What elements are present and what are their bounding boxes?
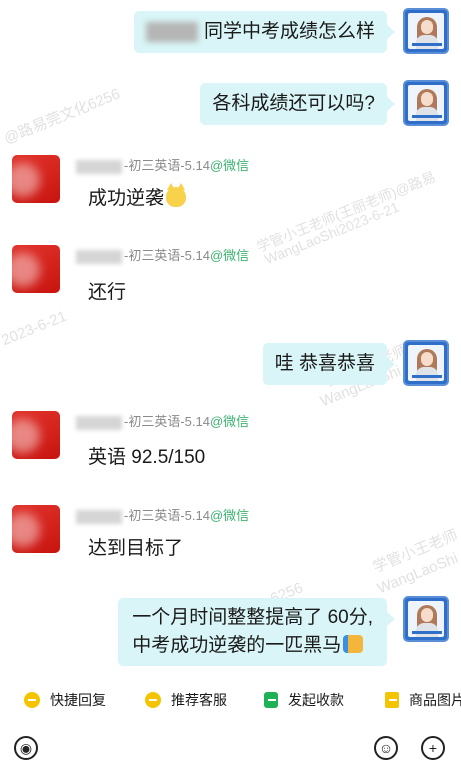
message-row-outgoing: 一个月时间整整提高了 60分, 中考成功逆袭的一匹黑马 (0, 596, 461, 676)
service-chat-icon (145, 692, 161, 708)
collect-payment-button[interactable]: 发起收款 (264, 690, 344, 710)
sender-name: -初三英语-5.14@微信 (76, 245, 249, 264)
message-line-2: 中考成功逆袭的一匹黑马 (132, 632, 373, 660)
sender-name: -初三英语-5.14@微信 (76, 411, 249, 430)
redacted-name (76, 509, 122, 524)
message-bubble[interactable]: 同学中考成绩怎么样 (133, 11, 396, 53)
redacted-name (76, 249, 122, 264)
sender-name: -初三英语-5.14@微信 (76, 155, 249, 174)
message-text: 同学中考成绩怎么样 (203, 21, 375, 42)
cat-emoji-icon (166, 183, 187, 207)
message-text: 哇 恭喜恭喜 (274, 353, 375, 374)
chat-area: @路易莞文化6256 学管小王老师(王丽老师)@路易 WangLaoShi202… (0, 0, 461, 690)
message-row-incoming: -初三英语-5.14@微信 成功逆袭 (0, 153, 461, 223)
redacted-name (145, 21, 198, 42)
add-more-icon[interactable]: + (421, 736, 445, 760)
message-bubble[interactable]: 哇 恭喜恭喜 (262, 343, 396, 385)
payment-icon (264, 692, 278, 708)
message-line: 一个月时间整整提高了 60分, (132, 607, 373, 628)
message-text[interactable]: 达到目标了 (88, 535, 183, 563)
message-row-outgoing: 同学中考成绩怎么样 (0, 8, 461, 62)
product-image-icon (385, 692, 399, 708)
voice-input-icon[interactable]: ◉ (14, 736, 38, 760)
message-row-incoming: -初三英语-5.14@微信 还行 (0, 243, 461, 313)
teacher-avatar[interactable] (403, 8, 449, 54)
message-text[interactable]: 还行 (88, 279, 126, 307)
message-row-incoming: -初三英语-5.14@微信 达到目标了 (0, 503, 461, 573)
student-avatar[interactable] (12, 505, 60, 553)
emoji-icon[interactable]: ☺ (374, 736, 398, 760)
teacher-avatar[interactable] (403, 596, 449, 642)
message-text[interactable]: 英语 92.5/150 (88, 444, 205, 472)
redacted-name (76, 415, 122, 430)
student-avatar[interactable] (12, 245, 60, 293)
message-bubble[interactable]: 各科成绩还可以吗? (200, 83, 395, 125)
student-avatar[interactable] (12, 155, 60, 203)
quick-reply-button[interactable]: 快捷回复 (24, 690, 106, 710)
student-avatar[interactable] (12, 411, 60, 459)
product-image-button[interactable]: 商品图片 (385, 690, 461, 710)
teacher-avatar[interactable] (403, 80, 449, 126)
teacher-avatar[interactable] (403, 340, 449, 386)
redacted-name (76, 159, 122, 174)
sender-name: -初三英语-5.14@微信 (76, 505, 249, 524)
message-text: 各科成绩还可以吗? (212, 93, 375, 114)
message-row-outgoing: 各科成绩还可以吗? (0, 80, 461, 134)
message-text-container[interactable]: 成功逆袭 (88, 183, 187, 213)
message-row-outgoing: 哇 恭喜恭喜 (0, 340, 461, 394)
quick-action-bar: 快捷回复 推荐客服 发起收款 商品图片 (0, 686, 461, 716)
quick-reply-icon (24, 692, 40, 708)
message-row-incoming: -初三英语-5.14@微信 英语 92.5/150 (0, 409, 461, 479)
input-bar: ◉ ☺ + (0, 730, 461, 760)
thumbs-up-emoji-icon (343, 635, 364, 653)
recommend-service-button[interactable]: 推荐客服 (145, 690, 227, 710)
message-bubble[interactable]: 一个月时间整整提高了 60分, 中考成功逆袭的一匹黑马 (118, 598, 395, 666)
message-text: 成功逆袭 (88, 188, 165, 209)
